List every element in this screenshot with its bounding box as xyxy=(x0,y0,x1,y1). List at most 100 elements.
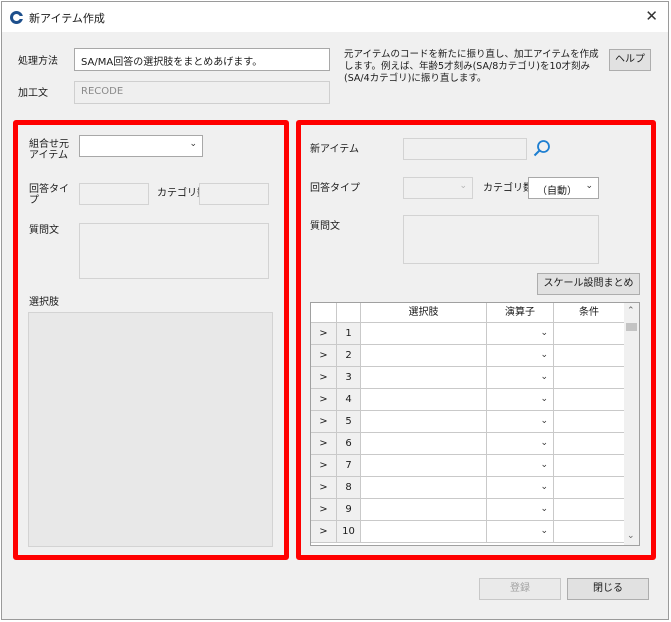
operator-select[interactable]: ⌄ xyxy=(487,477,554,499)
description-text: 元アイテムのコードを新たに振り直し、加工アイテムを作成します。例えば、年齢5才刻… xyxy=(344,49,599,84)
condition-cell[interactable] xyxy=(554,477,625,499)
row-selector[interactable]: > xyxy=(311,345,337,367)
choice-cell[interactable] xyxy=(361,345,487,367)
grid-header-operator: 演算子 xyxy=(487,303,554,323)
operator-select[interactable]: ⌄ xyxy=(487,411,554,433)
left-choices-list xyxy=(28,312,273,547)
table-row[interactable]: >6 ⌄ xyxy=(311,433,625,455)
row-selector[interactable]: > xyxy=(311,323,337,345)
close-button[interactable]: 閉じる xyxy=(567,578,649,600)
choice-cell[interactable] xyxy=(361,521,487,543)
scroll-thumb[interactable] xyxy=(626,323,637,331)
source-item-select[interactable]: ⌄ xyxy=(79,135,203,157)
condition-cell[interactable] xyxy=(554,389,625,411)
scroll-up-icon[interactable]: ⌃ xyxy=(627,306,635,316)
row-number: 10 xyxy=(337,521,361,543)
row-number: 8 xyxy=(337,477,361,499)
condition-cell[interactable] xyxy=(554,499,625,521)
condition-cell[interactable] xyxy=(554,323,625,345)
chevron-down-icon: ⌄ xyxy=(540,372,548,382)
condition-cell[interactable] xyxy=(554,433,625,455)
row-number: 6 xyxy=(337,433,361,455)
condition-cell[interactable] xyxy=(554,455,625,477)
kakou-label: 加工文 xyxy=(18,88,48,99)
condition-cell[interactable] xyxy=(554,367,625,389)
table-row[interactable]: >1 ⌄ xyxy=(311,323,625,345)
method-label: 処理方法 xyxy=(18,56,58,67)
chevron-down-icon: ⌄ xyxy=(540,482,548,492)
grid-header-arrow xyxy=(311,303,337,323)
close-icon[interactable]: ✕ xyxy=(645,7,658,25)
row-selector[interactable]: > xyxy=(311,367,337,389)
table-row[interactable]: >8 ⌄ xyxy=(311,477,625,499)
right-category-count-select[interactable]: （自動） ⌄ xyxy=(528,177,599,199)
right-question-label: 質問文 xyxy=(310,221,340,232)
operator-select[interactable]: ⌄ xyxy=(487,389,554,411)
choice-cell[interactable] xyxy=(361,411,487,433)
chevron-down-icon: ⌄ xyxy=(540,504,548,514)
choices-grid: 選択肢 演算子 条件 >1 ⌄ >2 ⌄ >3 ⌄ >4 ⌄ >5 ⌄ >6 ⌄ >7 ⌄ >8 ⌄ >9 ⌄ >1… xyxy=(310,302,640,546)
row-selector[interactable]: > xyxy=(311,411,337,433)
left-question-label: 質問文 xyxy=(29,225,59,236)
left-answer-type-label: 回答タイプ xyxy=(29,184,69,206)
choice-cell[interactable] xyxy=(361,389,487,411)
operator-select[interactable]: ⌄ xyxy=(487,345,554,367)
choice-cell[interactable] xyxy=(361,367,487,389)
grid-header-choices: 選択肢 xyxy=(361,303,487,323)
table-row[interactable]: >9 ⌄ xyxy=(311,499,625,521)
chevron-down-icon: ⌄ xyxy=(585,181,593,191)
condition-cell[interactable] xyxy=(554,345,625,367)
row-number: 4 xyxy=(337,389,361,411)
right-question-field xyxy=(403,215,599,264)
grid-scrollbar[interactable]: ⌃ ⌄ xyxy=(624,303,639,545)
left-question-field xyxy=(79,223,269,279)
left-category-count-field xyxy=(199,183,269,205)
scroll-down-icon[interactable]: ⌄ xyxy=(627,531,635,541)
choice-cell[interactable] xyxy=(361,455,487,477)
method-field[interactable]: SA/MA回答の選択肢をまとめあげます。 xyxy=(74,48,330,71)
register-button[interactable]: 登録 xyxy=(479,578,561,600)
right-answer-type-select: ⌄ xyxy=(403,177,473,199)
left-choices-label: 選択肢 xyxy=(29,297,59,308)
app-logo-icon xyxy=(10,11,23,24)
choice-cell[interactable] xyxy=(361,477,487,499)
chevron-down-icon: ⌄ xyxy=(540,526,548,536)
table-row[interactable]: >4 ⌄ xyxy=(311,389,625,411)
operator-select[interactable]: ⌄ xyxy=(487,521,554,543)
condition-cell[interactable] xyxy=(554,411,625,433)
row-selector[interactable]: > xyxy=(311,389,337,411)
help-button[interactable]: ヘルプ xyxy=(609,49,651,71)
chevron-down-icon: ⌄ xyxy=(459,181,467,191)
operator-select[interactable]: ⌄ xyxy=(487,323,554,345)
table-row[interactable]: >10 ⌄ xyxy=(311,521,625,543)
operator-select[interactable]: ⌄ xyxy=(487,499,554,521)
operator-select[interactable]: ⌄ xyxy=(487,455,554,477)
row-number: 2 xyxy=(337,345,361,367)
choice-cell[interactable] xyxy=(361,433,487,455)
row-selector[interactable]: > xyxy=(311,433,337,455)
search-icon[interactable] xyxy=(533,139,551,157)
choice-cell[interactable] xyxy=(361,499,487,521)
kakou-field: RECODE xyxy=(74,81,330,104)
table-row[interactable]: >5 ⌄ xyxy=(311,411,625,433)
chevron-down-icon: ⌄ xyxy=(540,460,548,470)
row-selector[interactable]: > xyxy=(311,499,337,521)
table-row[interactable]: >3 ⌄ xyxy=(311,367,625,389)
table-row[interactable]: >2 ⌄ xyxy=(311,345,625,367)
row-selector[interactable]: > xyxy=(311,477,337,499)
choice-cell[interactable] xyxy=(361,323,487,345)
chevron-down-icon: ⌄ xyxy=(540,394,548,404)
source-item-label: 組合せ元アイテム xyxy=(29,139,69,161)
table-row[interactable]: >7 ⌄ xyxy=(311,455,625,477)
grid-header-num xyxy=(337,303,361,323)
right-category-count-label: カテゴリ数 xyxy=(483,183,533,194)
condition-cell[interactable] xyxy=(554,521,625,543)
left-answer-type-field xyxy=(79,183,149,205)
chevron-down-icon: ⌄ xyxy=(540,328,548,338)
new-item-field xyxy=(403,138,527,160)
scale-summary-button[interactable]: スケール設問まとめ xyxy=(537,273,640,295)
operator-select[interactable]: ⌄ xyxy=(487,367,554,389)
row-selector[interactable]: > xyxy=(311,455,337,477)
operator-select[interactable]: ⌄ xyxy=(487,433,554,455)
row-selector[interactable]: > xyxy=(311,521,337,543)
